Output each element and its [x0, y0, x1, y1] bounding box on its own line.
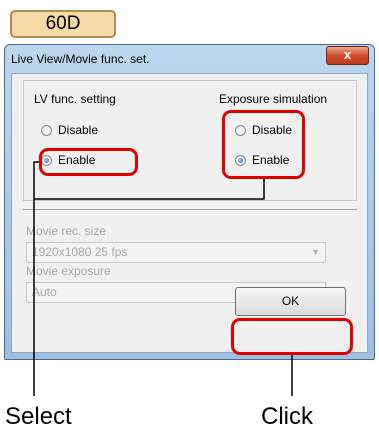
callout-lines — [33, 161, 293, 396]
exposure-leader-line — [34, 179, 265, 200]
select-leader-line — [33, 161, 39, 396]
click-caption: Click — [261, 403, 313, 430]
select-caption: Select — [5, 403, 72, 430]
